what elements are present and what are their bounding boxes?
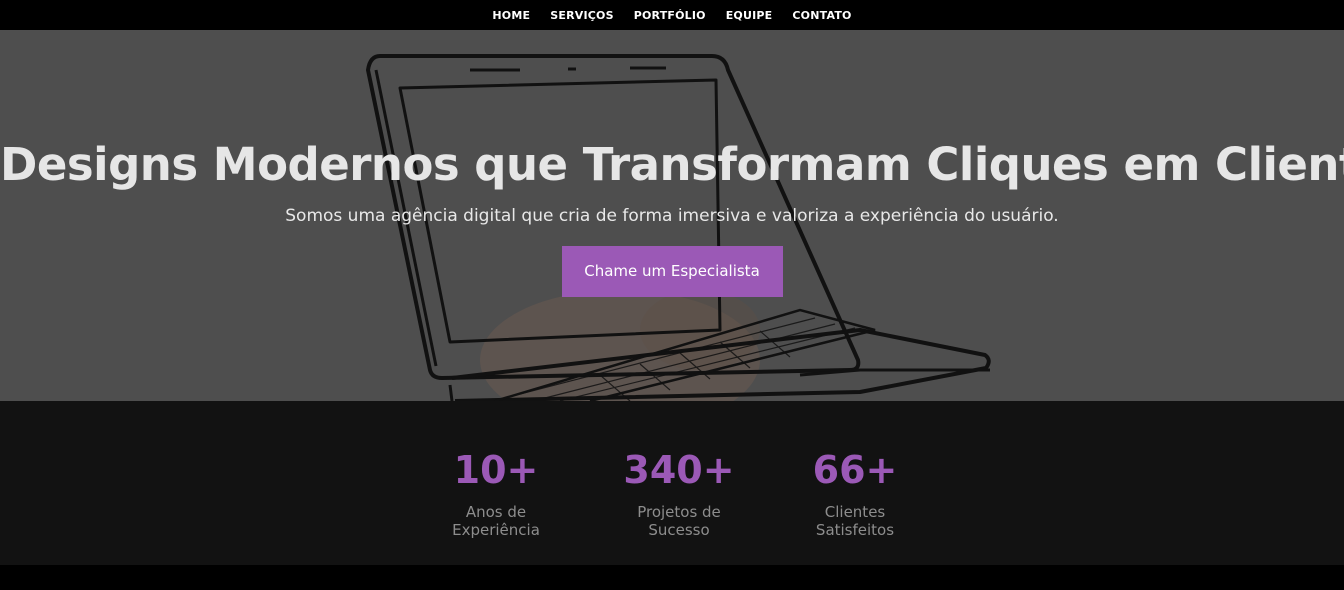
hero-content: Designs Modernos que Transformam Cliques…	[0, 138, 1344, 297]
hero-title: Designs Modernos que Transformam Cliques…	[0, 138, 1344, 191]
stat-item-clients: 66+ Clientes Satisfeitos	[789, 447, 921, 565]
stat-value: 10+	[453, 448, 539, 492]
stats-section: 10+ Anos de Experiência 340+ Projetos de…	[0, 401, 1344, 565]
stat-value: 66+	[812, 448, 898, 492]
hero-subtitle: Somos uma agência digital que cria de fo…	[285, 206, 1059, 226]
top-navigation: HOME SERVIÇOS PORTFÓLIO EQUIPE CONTATO	[0, 0, 1344, 30]
nav-item-home[interactable]: HOME	[492, 9, 530, 22]
nav-item-portfolio[interactable]: PORTFÓLIO	[634, 9, 706, 22]
stat-item-projects: 340+ Projetos de Sucesso	[609, 447, 749, 565]
stat-label: Projetos de Sucesso	[637, 503, 721, 539]
nav-item-equipe[interactable]: EQUIPE	[726, 9, 773, 22]
stat-item-experience: 10+ Anos de Experiência	[423, 447, 569, 565]
stat-label: Clientes Satisfeitos	[815, 503, 895, 539]
footer-strip	[0, 565, 1344, 590]
stat-label: Anos de Experiência	[452, 503, 540, 539]
stat-value: 340+	[623, 448, 735, 492]
nav-item-contato[interactable]: CONTATO	[792, 9, 851, 22]
hero-section: Designs Modernos que Transformam Cliques…	[0, 30, 1344, 401]
cta-chame-especialista-button[interactable]: Chame um Especialista	[561, 246, 783, 297]
nav-item-servicos[interactable]: SERVIÇOS	[550, 9, 613, 22]
